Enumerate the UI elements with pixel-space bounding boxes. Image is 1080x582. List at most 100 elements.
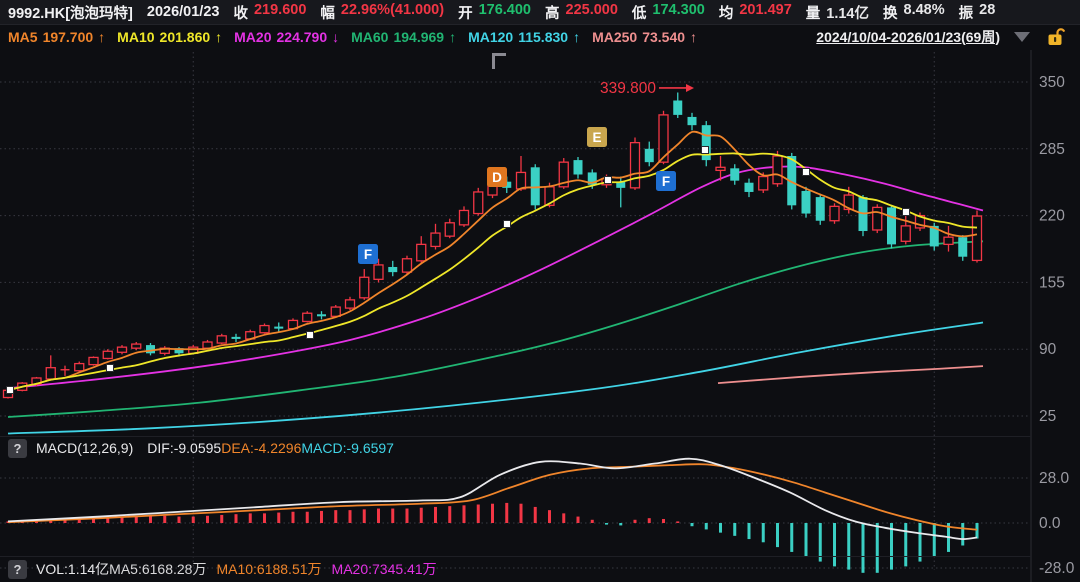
event-badge-F[interactable]: F: [656, 171, 676, 191]
candle[interactable]: [146, 343, 155, 355]
candle[interactable]: [517, 156, 526, 191]
macd-histogram-bar: [463, 505, 466, 523]
macd-histogram-bar: [320, 511, 323, 523]
crosshair-corner-icon: [492, 53, 506, 69]
price-chart-svg[interactable]: FDEF339.800350285220155902528.00.0-28.0: [0, 0, 1080, 582]
help-icon[interactable]: ?: [8, 560, 27, 579]
candle[interactable]: [944, 226, 953, 252]
ma-item-ma5: MA5197.700↑: [8, 29, 105, 45]
macd-histogram-bar: [206, 516, 209, 523]
candle[interactable]: [260, 324, 269, 334]
candle[interactable]: [232, 334, 241, 342]
trade-marker: [7, 387, 14, 394]
candle[interactable]: [217, 334, 226, 344]
candle[interactable]: [645, 142, 654, 167]
candle[interactable]: [103, 349, 112, 359]
macd-histogram-bar: [719, 523, 722, 533]
macd-axis-label: 0.0: [1039, 515, 1061, 532]
macd-histogram-bar: [562, 513, 565, 523]
macd-histogram-bar: [448, 506, 451, 523]
event-badge-E[interactable]: E: [587, 127, 607, 147]
macd-histogram-bar: [634, 520, 637, 523]
date-range-selector[interactable]: 2024/10/04-2026/01/23(69周): [816, 27, 1000, 47]
candle[interactable]: [118, 345, 127, 354]
candle[interactable]: [61, 366, 70, 376]
candle[interactable]: [360, 269, 369, 300]
macd-histogram-bar: [762, 523, 765, 542]
volume-value: VOL:1.14亿: [36, 559, 109, 579]
quote-date: 2026/01/23: [147, 4, 220, 20]
candle[interactable]: [901, 211, 910, 244]
candle[interactable]: [574, 157, 583, 179]
candle[interactable]: [46, 355, 55, 380]
unlock-icon[interactable]: [1044, 26, 1066, 48]
ma-indicator-bar: MA5197.700↑MA10201.860↑MA20224.790↓MA601…: [0, 25, 1080, 48]
candle[interactable]: [702, 121, 711, 166]
candle[interactable]: [417, 236, 426, 263]
price-axis-label: 90: [1039, 341, 1057, 358]
candle[interactable]: [346, 297, 355, 310]
macd-header: ? MACD(12,26,9) DIF:-9.0595 DEA:-4.2296 …: [8, 438, 394, 458]
chevron-down-icon[interactable]: [1014, 32, 1030, 42]
candle[interactable]: [445, 219, 454, 239]
svg-text:D: D: [492, 170, 502, 185]
candle[interactable]: [89, 356, 98, 365]
volume-ma20-value: MA20:7345.41万: [332, 559, 437, 579]
candle[interactable]: [873, 204, 882, 233]
quote-field: 低174.300: [632, 2, 705, 23]
ma20-line: [8, 166, 983, 388]
candle[interactable]: [859, 195, 868, 236]
quote-field: 高225.000: [545, 2, 618, 23]
trade-marker: [504, 221, 511, 228]
macd-histogram-bar: [933, 523, 936, 557]
volume-ma10-value: MA10:6188.51万: [216, 559, 321, 579]
candle[interactable]: [132, 342, 141, 350]
macd-histogram-bar: [605, 523, 608, 525]
ma-item-ma120: MA120115.830↑: [468, 29, 580, 45]
candle[interactable]: [431, 224, 440, 250]
candle[interactable]: [474, 188, 483, 216]
candle[interactable]: [303, 311, 312, 322]
help-icon[interactable]: ?: [8, 439, 27, 458]
macd-histogram-bar: [363, 509, 366, 523]
candle[interactable]: [973, 210, 982, 262]
candle[interactable]: [887, 205, 896, 248]
macd-histogram-bar: [263, 513, 266, 523]
macd-histogram-bar: [306, 512, 309, 523]
candle[interactable]: [631, 137, 640, 189]
symbol-title: 9992.HK[泡泡玛特]: [8, 2, 133, 23]
candle[interactable]: [816, 194, 825, 225]
ma-item-ma10: MA10201.860↑: [117, 29, 222, 45]
macd-histogram-bar: [249, 513, 252, 523]
event-badge-F[interactable]: F: [358, 244, 378, 264]
price-axis-label: 220: [1039, 208, 1065, 225]
quote-field: 量1.14亿: [806, 2, 869, 23]
candle[interactable]: [160, 346, 169, 355]
macd-histogram-bar: [292, 512, 295, 523]
macd-histogram-bar: [192, 517, 195, 523]
macd-histogram-bar: [477, 505, 480, 523]
panel-divider-macd: [0, 436, 1031, 437]
candle[interactable]: [830, 203, 839, 224]
macd-histogram-bar: [705, 523, 708, 529]
candle[interactable]: [274, 322, 283, 331]
candle[interactable]: [958, 235, 967, 261]
event-badge-D[interactable]: D: [487, 167, 507, 187]
candle[interactable]: [730, 164, 739, 185]
macd-histogram-bar: [406, 509, 409, 523]
candle[interactable]: [317, 311, 326, 319]
volume-header: ? VOL:1.14亿 MA5:6168.28万 MA10:6188.51万 M…: [8, 559, 437, 579]
macd-histogram-bar: [790, 523, 793, 552]
ma250-line: [718, 366, 983, 383]
macd-histogram-bar: [220, 515, 223, 523]
candle[interactable]: [388, 261, 397, 276]
trade-marker: [702, 147, 709, 154]
macd-axis-label: 28.0: [1039, 470, 1070, 487]
candle[interactable]: [745, 179, 754, 197]
candle[interactable]: [802, 187, 811, 218]
candle[interactable]: [460, 206, 469, 227]
candle[interactable]: [75, 362, 84, 372]
candle[interactable]: [673, 92, 682, 117]
candle[interactable]: [688, 113, 697, 130]
peak-annotation-arrowhead: [686, 84, 694, 92]
